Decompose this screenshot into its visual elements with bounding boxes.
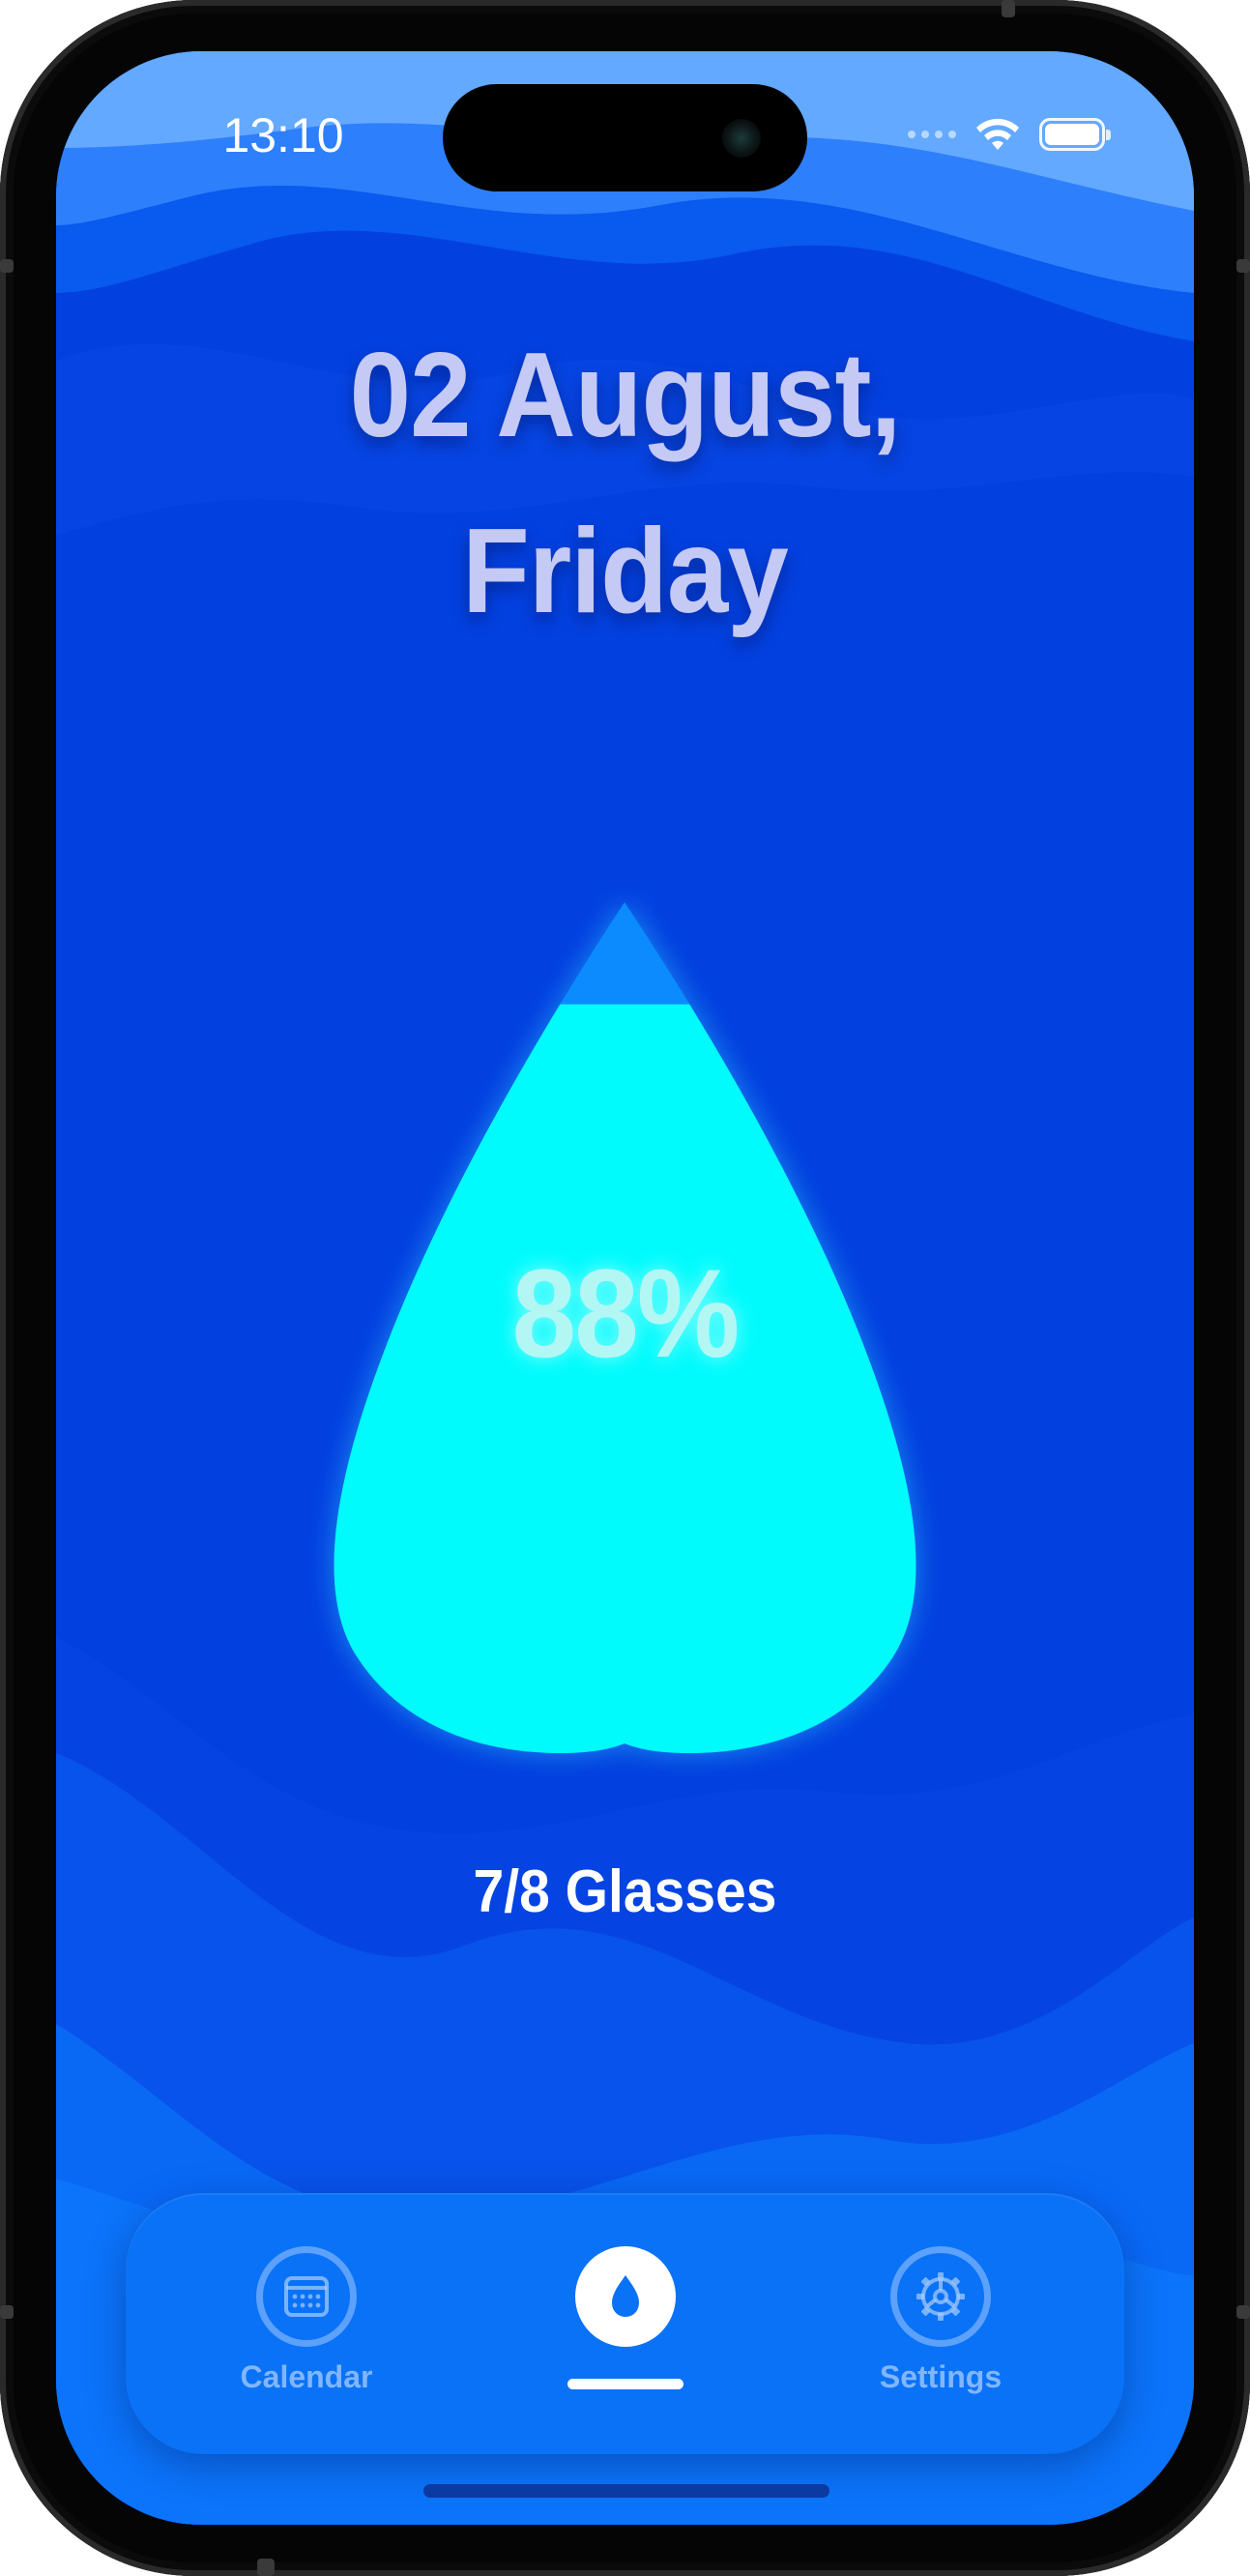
home-indicator	[423, 2484, 829, 2498]
status-icons	[908, 115, 1111, 154]
tab-bar: Calendar Settings	[126, 2193, 1124, 2454]
tab-water[interactable]	[509, 2193, 741, 2454]
tab-active-indicator	[567, 2379, 683, 2389]
side-button	[1002, 0, 1015, 17]
status-time: 13:10	[222, 108, 344, 162]
progress-percent: 88%	[511, 1243, 741, 1384]
side-button	[1236, 259, 1250, 273]
glasses-count: 7/8 Glasses	[473, 1859, 777, 1925]
screen: 13:10 02 August, Friday 88% 7/8 Glasses …	[56, 51, 1194, 2525]
tab-calendar[interactable]: Calendar	[190, 2193, 422, 2454]
wifi-icon	[976, 118, 1019, 150]
tab-settings[interactable]: Settings	[825, 2193, 1057, 2454]
tab-settings-label: Settings	[879, 2359, 1003, 2394]
gear-icon	[890, 2246, 991, 2347]
tab-calendar-label: Calendar	[240, 2359, 373, 2394]
water-drop-icon	[575, 2246, 676, 2347]
weekday-line: Friday	[462, 505, 789, 638]
side-button	[0, 259, 14, 273]
drop-fill-level	[334, 1004, 916, 1753]
phone-frame: 13:10 02 August, Friday 88% 7/8 Glasses …	[0, 0, 1250, 2576]
battery-icon	[1039, 118, 1111, 151]
cellular-signal-icon	[908, 131, 956, 138]
side-button	[257, 2559, 275, 2576]
calendar-icon	[256, 2246, 357, 2347]
dynamic-island	[443, 84, 807, 191]
side-button	[0, 2305, 14, 2319]
date-line: 02 August,	[349, 329, 902, 462]
front-camera	[722, 119, 761, 158]
side-button	[1236, 2305, 1250, 2319]
page-title: 02 August, Friday	[102, 307, 1148, 659]
water-drop-progress[interactable]: 88%	[333, 844, 917, 1792]
